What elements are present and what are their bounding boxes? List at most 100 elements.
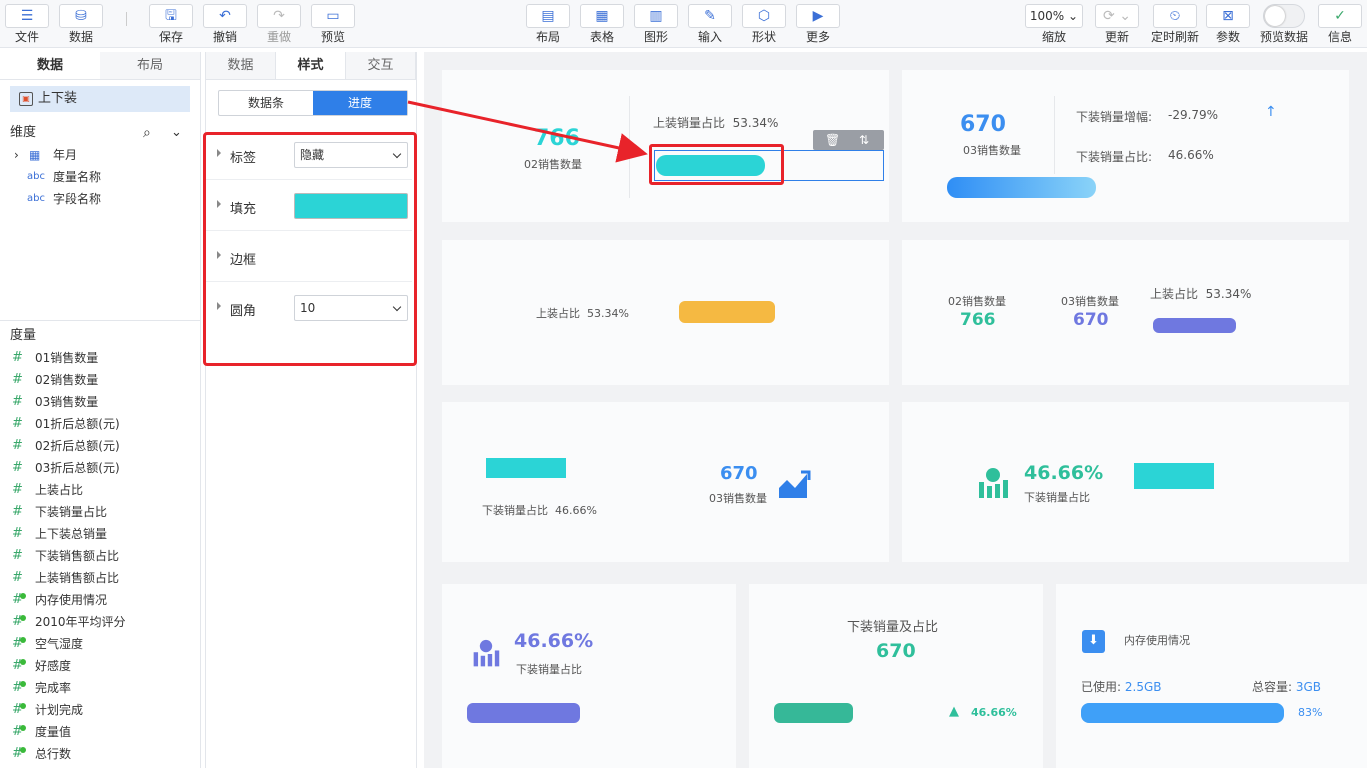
preview-data-toggle[interactable]: 预览数据 <box>1258 4 1310 44</box>
bar-chart-icon: ▥ <box>634 4 678 28</box>
measure-item[interactable]: #01销售数量 <box>0 347 200 369</box>
timed-refresh-button[interactable]: ⏲ 定时刷新 <box>1149 4 1201 44</box>
measure-item[interactable]: # 上装占比 <box>0 479 200 501</box>
measure-item[interactable]: # 上装销售额占比 <box>0 567 200 589</box>
undo-button[interactable]: ↶ 撤销 <box>202 4 248 44</box>
menu-icon: ☰ <box>5 4 49 28</box>
measure-item[interactable]: #2010年平均评分 <box>0 611 200 633</box>
measure-item[interactable]: # 空气湿度 <box>0 633 200 655</box>
dataset-item[interactable]: ▣ 上下装 <box>10 86 190 112</box>
money-chart-icon <box>473 639 500 667</box>
measure-item[interactable]: #01折后总额(元) <box>0 413 200 435</box>
measure-item[interactable]: # 下装销售额占比 <box>0 545 200 567</box>
measure-item[interactable]: #02折后总额(元) <box>0 435 200 457</box>
number-type-icon: # <box>12 526 23 541</box>
trend-up-icon <box>779 470 811 498</box>
divider <box>629 96 630 198</box>
progress-bar <box>1081 703 1284 723</box>
input-button[interactable]: ✎ 输入 <box>687 4 733 44</box>
tab-layout[interactable]: 布局 <box>100 52 200 79</box>
expand-arrow-icon[interactable]: › <box>14 144 19 166</box>
segment-databar[interactable]: 数据条 <box>219 91 313 115</box>
widget-toolbar: 🗑 ⇅ <box>813 130 884 150</box>
table-button[interactable]: ▦ 表格 <box>579 4 625 44</box>
card-3[interactable]: 上装占比 53.34% <box>442 240 889 385</box>
tab-data[interactable]: 数据 <box>206 52 276 79</box>
check-icon: ✓ <box>1318 4 1362 28</box>
text-type-icon: abc <box>27 193 45 204</box>
highlight-box <box>203 132 417 366</box>
progress-percent: 83% <box>1298 706 1323 719</box>
layout-button[interactable]: ▤ 布局 <box>525 4 571 44</box>
number-type-icon: # <box>12 350 23 365</box>
dataset-icon: ▣ <box>19 92 33 106</box>
progress-bar <box>774 703 853 723</box>
card-2[interactable]: 670 03销售数量 下装销量增幅: -29.79% ↑ 下装销量占比: 46.… <box>902 70 1349 222</box>
database-icon: ⛁ <box>59 4 103 28</box>
measure-item[interactable]: # 内存使用情况 <box>0 589 200 611</box>
kpi-label: 03销售数量 <box>709 492 767 505</box>
number-type-icon: # <box>12 548 23 563</box>
dimension-item[interactable]: abc 度量名称 <box>0 166 200 188</box>
shape-button[interactable]: ⬡ 形状 <box>741 4 787 44</box>
measure-section-title: 度量 <box>10 328 37 343</box>
delete-icon[interactable]: 🗑 <box>825 130 840 150</box>
card-5[interactable]: 下装销量占比 46.66% 670 03销售数量 <box>442 402 889 562</box>
tab-style[interactable]: 样式 <box>276 52 346 79</box>
measure-item[interactable]: # 度量值 <box>0 721 200 743</box>
measure-item[interactable]: #03折后总额(元) <box>0 457 200 479</box>
calc-field-dot-icon <box>20 681 26 687</box>
kpi-number: 670 <box>960 112 1006 137</box>
redo-button[interactable]: ↷ 重做 <box>256 4 302 44</box>
kpi-label: 03销售数量 <box>1061 295 1119 308</box>
params-button[interactable]: ⊠ 参数 <box>1205 4 1251 44</box>
measure-item[interactable]: # 计划完成 <box>0 699 200 721</box>
measure-item[interactable]: # 总行数 <box>0 743 200 765</box>
tab-data[interactable]: 数据 <box>0 52 100 79</box>
kpi-label: 下装销量占比 <box>516 663 582 676</box>
progress-bar <box>1134 463 1214 489</box>
save-icon: 🖫 <box>149 4 193 28</box>
kpi-label: 02销售数量 <box>524 158 582 171</box>
measure-item[interactable]: # 好感度 <box>0 655 200 677</box>
toolbar: ☰ 文件 ⛁ 数据 🖫 保存 ↶ 撤销 ↷ 重做 ▭ 预览 ▤ 布局 ▦ 表格 ▥ 图形 ✎ 输入 … <box>0 0 1367 48</box>
info-button[interactable]: ✓ 信息 <box>1317 4 1363 44</box>
refresh-button[interactable]: ⟳ ⌄ 更新 <box>1094 4 1140 44</box>
card-9[interactable]: ⬇ 内存使用情况 已使用: 2.5GB 总容量: 3GB 83% <box>1056 584 1367 768</box>
measure-item[interactable]: # 完成率 <box>0 677 200 699</box>
card-7[interactable]: 46.66% 下装销量占比 <box>442 584 736 768</box>
data-button[interactable]: ⛁ 数据 <box>58 4 104 44</box>
card-8[interactable]: 下装销量及占比 670 ▲ 46.66% <box>749 584 1043 768</box>
swap-icon[interactable]: ⇅ <box>859 130 869 150</box>
card-6[interactable]: 46.66% 下装销量占比 <box>902 402 1349 562</box>
money-chart-icon <box>979 468 1008 498</box>
ratio-value: 46.66% <box>1168 148 1214 162</box>
segment-progress[interactable]: 进度 <box>313 91 407 115</box>
card-1[interactable]: 766 02销售数量 上装销量占比 53.34% 🗑 ⇅ <box>442 70 889 222</box>
measure-item[interactable]: #03销售数量 <box>0 391 200 413</box>
chevron-down-icon[interactable]: ⌄ <box>171 122 182 144</box>
calc-field-dot-icon <box>20 703 26 709</box>
kpi-percent: 46.66% <box>971 706 1017 719</box>
text-type-icon: abc <box>27 171 45 182</box>
preview-button[interactable]: ▭ 预览 <box>310 4 356 44</box>
measure-item[interactable]: # 上下装总销量 <box>0 523 200 545</box>
measure-item[interactable]: #02销售数量 <box>0 369 200 391</box>
zoom-select[interactable]: 100% ⌄ 缩放 <box>1024 4 1084 44</box>
clock-icon: ⏲ <box>1153 4 1197 28</box>
card-4[interactable]: 02销售数量 766 03销售数量 670 上装占比 53.34% <box>902 240 1349 385</box>
tab-interaction[interactable]: 交互 <box>346 52 416 79</box>
number-type-icon: # <box>12 504 23 519</box>
chart-button[interactable]: ▥ 图形 <box>633 4 679 44</box>
dimension-item[interactable]: abc 字段名称 <box>0 188 200 210</box>
progress-bar <box>947 177 1096 198</box>
dimension-item[interactable]: › ▦ 年月 <box>0 144 200 166</box>
used-label: 已使用: 2.5GB <box>1081 680 1162 694</box>
measure-item[interactable]: # 下装销量占比 <box>0 501 200 523</box>
file-button[interactable]: ☰ 文件 <box>4 4 50 44</box>
more-button[interactable]: ▶ 更多 <box>795 4 841 44</box>
search-icon[interactable]: ⌕ <box>143 122 151 144</box>
save-button[interactable]: 🖫 保存 <box>148 4 194 44</box>
calc-field-dot-icon <box>20 725 26 731</box>
kpi-number: 766 <box>534 126 580 151</box>
